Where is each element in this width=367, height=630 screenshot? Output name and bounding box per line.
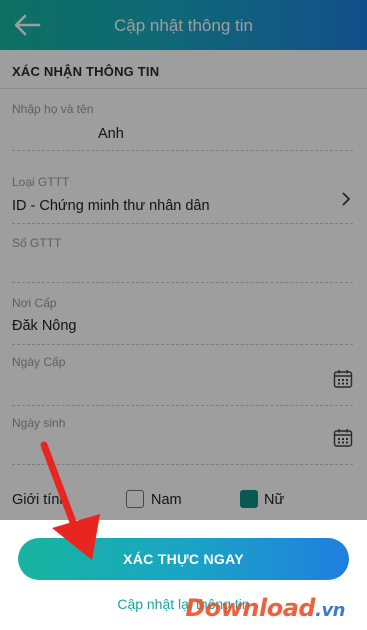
issue-place-field[interactable]: Nơi Cấp Đăk Nông (12, 296, 353, 346)
id-type-underline (12, 223, 353, 224)
calendar-icon[interactable] (333, 369, 353, 389)
issue-place-value: Đăk Nông (12, 318, 77, 334)
id-type-value: ID - Chứng minh thư nhân dân (12, 198, 210, 214)
full-name-field[interactable]: Nhập họ và tên Anh (12, 102, 353, 152)
birth-date-underline (12, 464, 353, 465)
chevron-right-icon[interactable] (341, 192, 351, 206)
id-number-underline (12, 282, 353, 283)
issue-date-field[interactable]: Ngày Cấp (12, 355, 353, 411)
id-type-field[interactable]: Loại GTTT ID - Chứng minh thư nhân dân (12, 175, 353, 225)
gender-group: Giới tính Nam Nữ (12, 488, 353, 512)
verify-now-button[interactable]: XÁC THỰC NGAY (18, 538, 349, 580)
full-name-label: Nhập họ và tên (12, 102, 94, 116)
id-number-label: Số GTTT (12, 236, 62, 250)
issue-date-underline (12, 405, 353, 406)
full-name-underline (12, 150, 353, 151)
form-content: XÁC NHẬN THÔNG TIN Nhập họ và tên Anh Lo… (0, 50, 367, 520)
gender-male-checkbox[interactable] (126, 490, 144, 508)
watermark-suffix: .vn (315, 600, 345, 621)
birth-date-label: Ngày sinh (12, 416, 66, 430)
id-type-label: Loại GTTT (12, 175, 70, 189)
id-number-field[interactable]: Số GTTT (12, 236, 353, 286)
section-title: XÁC NHẬN THÔNG TIN (12, 64, 160, 79)
birth-date-field[interactable]: Ngày sinh (12, 416, 353, 472)
issue-date-label: Ngày Cấp (12, 355, 66, 369)
gender-female-checkbox[interactable] (240, 490, 258, 508)
issue-place-label: Nơi Cấp (12, 296, 57, 310)
issue-place-underline (12, 344, 353, 345)
gender-male-label[interactable]: Nam (151, 492, 182, 508)
full-name-value: Anh (98, 126, 124, 142)
section-divider (0, 88, 367, 89)
watermark-text: Download (185, 594, 316, 622)
gender-female-label[interactable]: Nữ (264, 492, 284, 508)
gender-label: Giới tính (12, 492, 68, 508)
watermark-logo: Download.vn (185, 594, 345, 622)
page-title: Cập nhật thông tin (114, 16, 253, 35)
calendar-icon[interactable] (333, 428, 353, 448)
app-header: Cập nhật thông tin (0, 0, 367, 50)
